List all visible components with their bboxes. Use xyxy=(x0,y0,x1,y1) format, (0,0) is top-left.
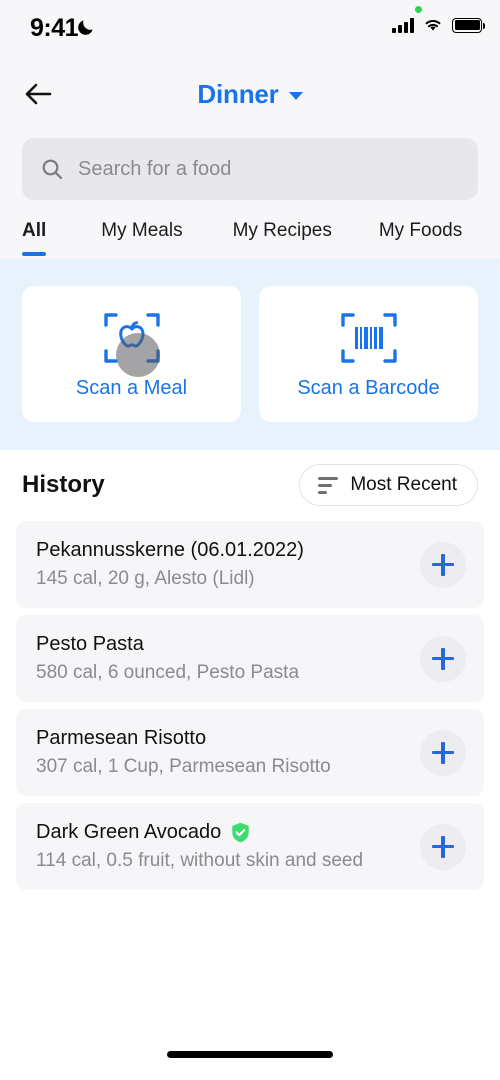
tab-my-recipes[interactable]: My Recipes xyxy=(233,220,332,256)
cellular-signal-icon xyxy=(392,17,414,33)
navigation-bar: Dinner xyxy=(0,58,500,130)
plus-icon xyxy=(432,647,454,670)
chevron-down-icon xyxy=(288,92,303,100)
tab-my-meals-label: My Meals xyxy=(101,220,183,241)
plus-icon xyxy=(432,741,454,764)
cursor-indicator xyxy=(115,332,160,377)
add-food-button[interactable] xyxy=(420,635,466,682)
food-name: Pekannusskerne (06.01.2022) xyxy=(36,539,304,561)
table-row[interactable]: Parmesean Risotto 307 cal, 1 Cup, Parmes… xyxy=(16,709,484,796)
home-indicator xyxy=(167,1051,333,1058)
scan-a-barcode-label: Scan a Barcode xyxy=(297,376,440,399)
search-placeholder: Search for a food xyxy=(78,157,232,180)
verified-shield-icon xyxy=(232,822,249,843)
scan-a-meal-card[interactable]: Scan a Meal xyxy=(22,286,241,422)
app-screen: 9:41 Dinner Search for a food All My Mea… xyxy=(0,0,500,1080)
tab-active-indicator xyxy=(22,252,47,256)
recording-indicator-dot xyxy=(415,6,422,13)
food-details: 580 cal, 6 ounced, Pesto Pasta xyxy=(36,662,300,683)
add-food-button[interactable] xyxy=(420,541,466,588)
tab-all[interactable]: All xyxy=(22,220,47,256)
sort-icon xyxy=(318,476,339,494)
status-bar: 9:41 xyxy=(0,0,500,58)
history-list: Pekannusskerne (06.01.2022) 145 cal, 20 … xyxy=(0,521,500,890)
tab-all-label: All xyxy=(22,220,47,241)
status-icons xyxy=(392,17,485,33)
search-section: Search for a food xyxy=(0,130,500,216)
table-row[interactable]: Pekannusskerne (06.01.2022) 145 cal, 20 … xyxy=(16,521,484,608)
status-time: 9:41 xyxy=(30,14,79,42)
plus-icon xyxy=(432,835,454,858)
tab-my-meals[interactable]: My Meals xyxy=(101,220,182,256)
battery-icon xyxy=(452,17,485,33)
scan-a-meal-label: Scan a Meal xyxy=(75,376,188,399)
search-icon xyxy=(42,159,63,180)
page-title: Dinner xyxy=(197,78,279,109)
table-row[interactable]: Dark Green Avocado 114 cal, 0.5 fruit, w… xyxy=(16,803,484,890)
food-name: Pesto Pasta xyxy=(36,633,144,655)
add-food-button[interactable] xyxy=(420,729,466,776)
food-details: 145 cal, 20 g, Alesto (Lidl) xyxy=(36,568,255,589)
food-name: Parmesean Risotto xyxy=(36,727,207,749)
tab-my-foods[interactable]: My Foods xyxy=(379,220,462,256)
scan-a-barcode-card[interactable]: Scan a Barcode xyxy=(259,286,478,422)
table-row[interactable]: Pesto Pasta 580 cal, 6 ounced, Pesto Pas… xyxy=(16,615,484,702)
scan-section: Scan a Meal Scan a Barcode xyxy=(0,258,500,450)
tab-bar: All My Meals My Recipes My Foods xyxy=(0,212,500,258)
sort-button[interactable]: Most Recent xyxy=(299,464,478,506)
meal-type-selector[interactable]: Dinner xyxy=(0,72,500,116)
scan-barcode-icon xyxy=(340,312,397,363)
food-details: 307 cal, 1 Cup, Parmesean Risotto xyxy=(36,756,331,777)
scan-barcode-icon-wrap xyxy=(339,309,399,367)
sort-label: Most Recent xyxy=(350,474,457,495)
add-food-button[interactable] xyxy=(420,823,466,870)
history-header: History Most Recent xyxy=(0,455,500,515)
search-input[interactable]: Search for a food xyxy=(22,138,478,200)
tab-my-foods-label: My Foods xyxy=(378,220,463,241)
wifi-icon xyxy=(425,19,441,31)
plus-icon xyxy=(432,553,454,576)
history-title: History xyxy=(22,471,105,498)
food-details: 114 cal, 0.5 fruit, without skin and see… xyxy=(36,850,364,871)
tab-my-recipes-label: My Recipes xyxy=(232,220,332,241)
scan-meal-icon-wrap xyxy=(102,309,162,377)
do-not-disturb-moon-icon xyxy=(78,20,93,35)
food-name: Dark Green Avocado xyxy=(36,821,222,843)
